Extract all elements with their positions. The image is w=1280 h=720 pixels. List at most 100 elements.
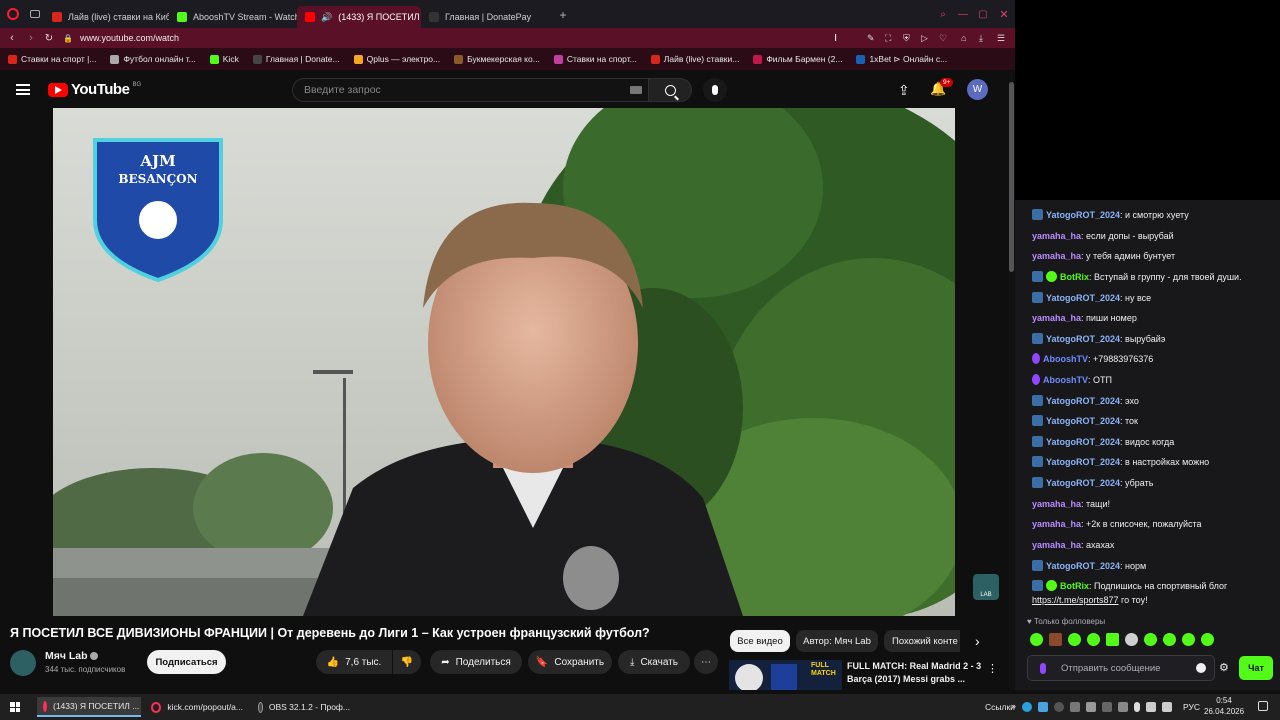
- emote-icon[interactable]: [1087, 633, 1100, 646]
- bookmark-item[interactable]: Qplus — электро...: [353, 54, 440, 64]
- maximize-icon[interactable]: ▢: [973, 9, 993, 20]
- hamburger-menu-icon[interactable]: [16, 84, 30, 95]
- chat-link[interactable]: https://t.me/sports877: [1032, 595, 1119, 605]
- shield-icon[interactable]: ⛨: [903, 33, 921, 44]
- chat-username[interactable]: YatogoROT_2024: [1046, 457, 1120, 467]
- taskbar-item-youtube[interactable]: (1433) Я ПОСЕТИЛ ...: [37, 697, 141, 717]
- dislike-button[interactable]: 👎: [393, 650, 421, 674]
- tab-aboosh-stream[interactable]: AbooshTV Stream - Watch: [169, 6, 297, 28]
- emote-icon[interactable]: [1030, 633, 1043, 646]
- page-scrollbar[interactable]: [1009, 72, 1014, 690]
- tab-youtube-active[interactable]: 🔊 (1433) Я ПОСЕТИЛ ВС: [297, 6, 421, 28]
- tray-app-icon[interactable]: [1070, 702, 1080, 712]
- emote-icon[interactable]: [1125, 633, 1138, 646]
- emote-icon[interactable]: [1201, 633, 1214, 646]
- chip-all-videos[interactable]: Все видео: [730, 630, 790, 652]
- bookmark-item[interactable]: Kick: [209, 54, 239, 64]
- recommendation-title-line1[interactable]: FULL MATCH: Real Madrid 2 - 3: [847, 661, 981, 671]
- bookmark-item[interactable]: Главная | Donate...: [252, 54, 340, 64]
- taskbar-item-obs[interactable]: OBS 32.1.2 - Проф...: [252, 697, 356, 717]
- share-button[interactable]: ➦ Поделиться: [430, 650, 522, 674]
- notification-center-icon[interactable]: [1258, 701, 1268, 711]
- tray-app-icon[interactable]: [1118, 702, 1128, 712]
- emote-icon[interactable]: [1068, 633, 1081, 646]
- send-chat-button[interactable]: Чат: [1239, 656, 1273, 680]
- chat-username[interactable]: yamaha_ha: [1032, 499, 1081, 509]
- tab-donatepay[interactable]: Главная | DonatePay: [421, 6, 549, 28]
- reload-icon[interactable]: ↻: [38, 33, 60, 44]
- search-button[interactable]: [648, 78, 692, 102]
- tray-app-icon[interactable]: [1022, 702, 1032, 712]
- chat-username[interactable]: YatogoROT_2024: [1046, 478, 1120, 488]
- minimize-icon[interactable]: —: [953, 9, 973, 20]
- network-icon[interactable]: [1146, 702, 1156, 712]
- tray-app-icon[interactable]: [1102, 702, 1112, 712]
- chat-username[interactable]: AbooshTV: [1043, 375, 1088, 385]
- tray-app-icon[interactable]: [1054, 702, 1064, 712]
- emoji-picker-icon[interactable]: [1196, 663, 1206, 673]
- recommendation-title-line2[interactable]: Barça (2017) Messi grabs ...: [847, 674, 965, 684]
- taskbar-item-kick[interactable]: kick.com/popout/a...: [145, 697, 249, 717]
- microphone-tray-icon[interactable]: [1134, 702, 1140, 712]
- create-upload-icon[interactable]: ⇪: [898, 82, 910, 99]
- close-window-icon[interactable]: ✕: [993, 8, 1015, 21]
- voice-search-button[interactable]: [703, 78, 727, 102]
- chat-username[interactable]: YatogoROT_2024: [1046, 293, 1120, 303]
- emote-icon[interactable]: [1106, 633, 1119, 646]
- chat-username[interactable]: yamaha_ha: [1032, 251, 1081, 261]
- bookmark-item[interactable]: Фильм Бармен (2...: [753, 54, 842, 64]
- subscribe-button[interactable]: Подписаться: [147, 650, 226, 674]
- channel-name[interactable]: Мяч Lab: [45, 650, 88, 662]
- bookmark-item[interactable]: Лайв (live) ставки...: [650, 54, 739, 64]
- tray-chevron-icon[interactable]: »: [1011, 701, 1016, 711]
- tab-live-bets[interactable]: Лайв (live) ставки на Киб: [44, 6, 169, 28]
- play-icon[interactable]: ▷: [921, 33, 939, 44]
- save-button[interactable]: 🔖 Сохранить: [528, 650, 612, 674]
- new-tab-button[interactable]: +: [553, 8, 573, 22]
- clock-time[interactable]: 0:54: [1204, 696, 1244, 705]
- emote-icon[interactable]: [1163, 633, 1176, 646]
- search-input[interactable]: Введите запрос: [292, 78, 648, 102]
- speaker-icon[interactable]: 🔊: [321, 12, 332, 23]
- heart-icon[interactable]: ♡: [939, 33, 961, 44]
- search-tabs-icon[interactable]: ⌕: [933, 9, 953, 20]
- chip-by-author[interactable]: Автор: Мяч Lab: [796, 630, 878, 652]
- download-icon[interactable]: ⤓: [979, 33, 997, 44]
- bookmark-item[interactable]: 1xBet ⊳ Онлайн с...: [856, 54, 947, 65]
- url-field[interactable]: www.youtube.com/watch: [80, 33, 680, 43]
- chat-username[interactable]: yamaha_ha: [1032, 540, 1081, 550]
- back-icon[interactable]: ‹: [0, 32, 24, 44]
- wallet-icon[interactable]: ⌂: [961, 33, 979, 43]
- channel-avatar[interactable]: [10, 650, 36, 676]
- chat-username[interactable]: YatogoROT_2024: [1046, 437, 1120, 447]
- more-actions-button[interactable]: ⋯: [694, 650, 718, 674]
- windows-start-icon[interactable]: [10, 702, 20, 712]
- snapshot-icon[interactable]: ⛶: [885, 33, 903, 44]
- scrollbar-thumb[interactable]: [1009, 82, 1014, 272]
- keyboard-icon[interactable]: [630, 86, 642, 94]
- clock-date[interactable]: 26.04.2026: [1204, 707, 1244, 716]
- emote-icon[interactable]: [1182, 633, 1195, 646]
- chat-settings-icon[interactable]: ⚙: [1219, 661, 1229, 674]
- easy-setup-icon[interactable]: ☰: [997, 33, 1015, 44]
- chat-input[interactable]: Отправить сообщение: [1027, 655, 1215, 681]
- tray-app-icon[interactable]: [1038, 702, 1048, 712]
- bookmark-item[interactable]: Ставки на спорт |...: [8, 54, 96, 64]
- video-overlay-badge[interactable]: LAB: [973, 574, 999, 600]
- bookmark-item[interactable]: Букмекерская ко...: [454, 54, 540, 64]
- emote-icon[interactable]: [1144, 633, 1157, 646]
- recommendation-thumbnail[interactable]: FULL MATCH: [729, 660, 842, 690]
- forward-icon[interactable]: ›: [24, 32, 38, 44]
- chat-username[interactable]: yamaha_ha: [1032, 231, 1081, 241]
- chat-username[interactable]: YatogoROT_2024: [1046, 561, 1120, 571]
- tab-overview-icon[interactable]: [26, 0, 44, 28]
- avatar[interactable]: W: [967, 79, 988, 100]
- download-button[interactable]: ⤓ Скачать: [618, 650, 690, 674]
- video-player[interactable]: AJM BESANÇON LAB: [53, 108, 955, 616]
- chat-username[interactable]: BotRix: [1060, 581, 1089, 591]
- like-button[interactable]: 👍 7,6 тыс.: [316, 650, 392, 674]
- chat-username[interactable]: BotRix: [1060, 272, 1089, 282]
- volume-icon[interactable]: [1162, 702, 1172, 712]
- chip-similar[interactable]: Похожий конте: [884, 630, 960, 652]
- emote-icon[interactable]: [1049, 633, 1062, 646]
